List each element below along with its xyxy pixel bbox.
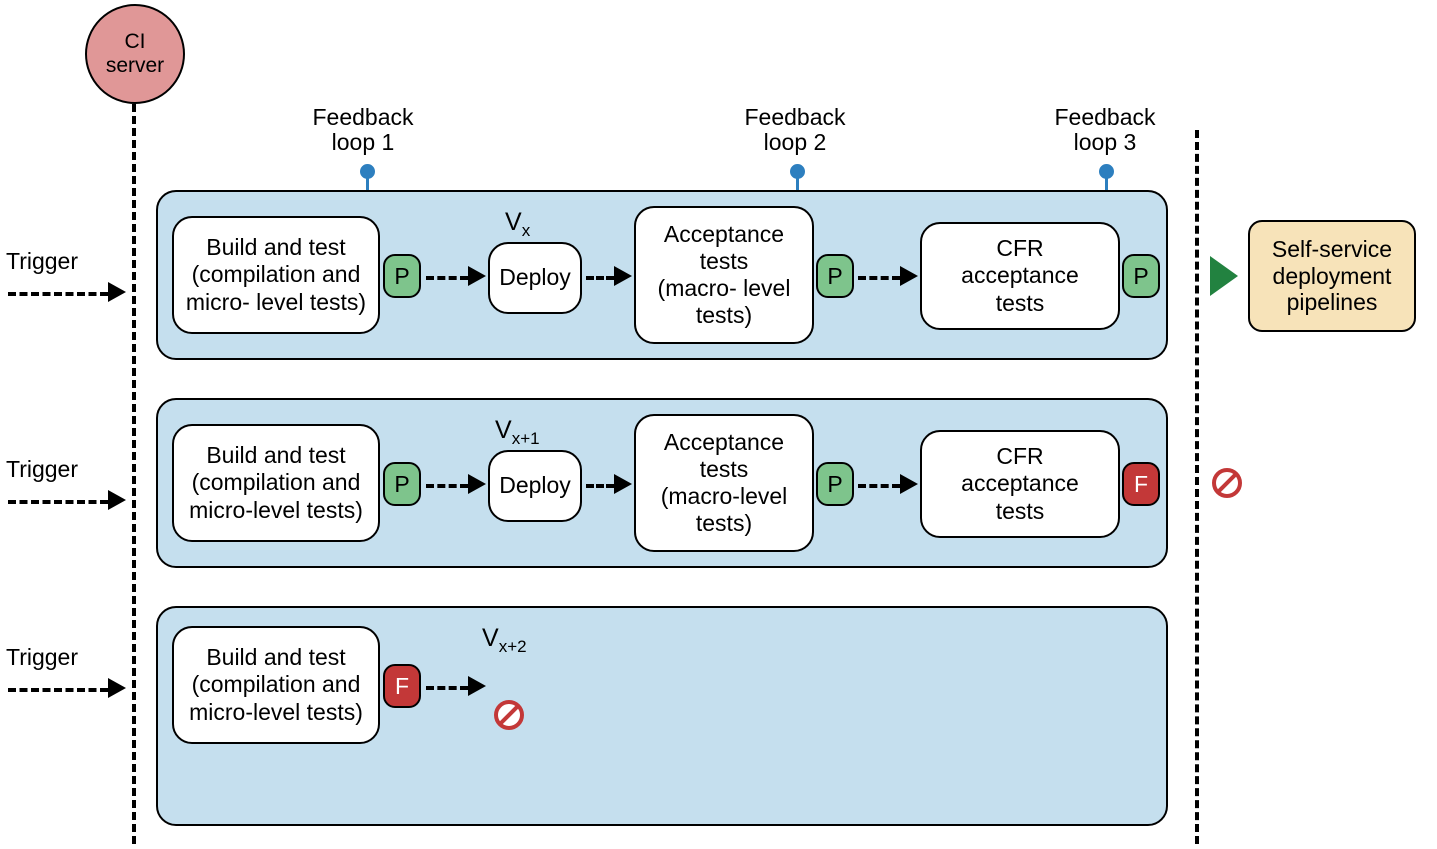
badge-pass-1-acc: P (816, 254, 854, 298)
stage-deploy-2: Deploy (488, 450, 582, 522)
arrow-2b-head (614, 474, 632, 494)
arrow-1b-head (614, 266, 632, 286)
version-prefix-3: V (482, 624, 499, 652)
arrow-2a (426, 484, 468, 488)
stage-cfr-1: CFR acceptance tests (920, 222, 1120, 330)
arrow-1c (858, 276, 900, 280)
badge-fail-2-cfr-text: F (1134, 471, 1148, 498)
ci-server-label: CI server (106, 30, 164, 78)
badge-pass-1-build: P (383, 254, 421, 298)
stage-deploy-2-text: Deploy (499, 472, 571, 499)
feedback-label-1: Feedback loop 1 (298, 105, 428, 156)
stage-cfr-2: CFR acceptance tests (920, 430, 1120, 538)
badge-fail-3-build: F (383, 664, 421, 708)
feedback-label-2: Feedback loop 2 (730, 105, 860, 156)
self-service-box: Self-service deployment pipelines (1248, 220, 1416, 332)
version-sub-2: x+1 (512, 429, 540, 448)
stage-acceptance-2-text: Acceptance tests (macro-level tests) (661, 429, 788, 538)
version-prefix-1: V (505, 208, 522, 236)
stage-build-3: Build and test (compilation and micro-le… (172, 626, 380, 744)
arrow-1a (426, 276, 468, 280)
trigger-label-2: Trigger (6, 456, 78, 483)
self-service-text: Self-service deployment pipelines (1272, 236, 1392, 315)
trigger-arrow-head-1 (108, 282, 126, 302)
version-prefix-2: V (495, 416, 512, 444)
badge-fail-2-cfr: F (1122, 462, 1160, 506)
ci-guide-line (132, 104, 136, 844)
stage-build-2: Build and test (compilation and micro-le… (172, 424, 380, 542)
arrow-2c-head (900, 474, 918, 494)
stage-build-1: Build and test (compilation and micro- l… (172, 216, 380, 334)
stage-deploy-1: Deploy (488, 242, 582, 314)
badge-pass-1-build-text: P (394, 263, 409, 290)
badge-fail-3-build-text: F (395, 673, 409, 700)
trigger-arrow-line-1 (8, 292, 108, 296)
go-icon (1210, 256, 1238, 296)
badge-pass-1-cfr: P (1122, 254, 1160, 298)
stage-cfr-2-text: CFR acceptance tests (961, 443, 1079, 524)
trigger-arrow-line-3 (8, 688, 108, 692)
stop-icon-2 (1212, 468, 1242, 498)
badge-pass-1-cfr-text: P (1133, 263, 1148, 290)
arrow-2b (586, 484, 614, 488)
badge-pass-2-acc-text: P (827, 471, 842, 498)
arrow-1b (586, 276, 614, 280)
trigger-arrow-line-2 (8, 500, 108, 504)
version-label-2: Vx+1 (495, 416, 540, 449)
version-label-1: Vx (505, 208, 530, 241)
arrow-2c (858, 484, 900, 488)
trigger-label-3: Trigger (6, 644, 78, 671)
stage-build-2-text: Build and test (compilation and micro-le… (189, 442, 363, 523)
arrow-3a (426, 686, 468, 690)
badge-pass-2-build-text: P (394, 471, 409, 498)
badge-pass-1-acc-text: P (827, 263, 842, 290)
stop-icon-3 (494, 700, 524, 730)
arrow-2a-head (468, 474, 486, 494)
version-label-3: Vx+2 (482, 624, 527, 657)
arrow-1c-head (900, 266, 918, 286)
version-sub-1: x (522, 221, 531, 240)
right-guide-line (1195, 130, 1199, 844)
arrow-1a-head (468, 266, 486, 286)
arrow-3a-head (468, 676, 486, 696)
ci-server-node: CI server (85, 4, 185, 104)
stage-build-3-text: Build and test (compilation and micro-le… (189, 644, 363, 725)
stage-deploy-1-text: Deploy (499, 264, 571, 291)
version-sub-3: x+2 (499, 637, 527, 656)
stage-cfr-1-text: CFR acceptance tests (961, 235, 1079, 316)
stage-acceptance-1-text: Acceptance tests (macro- level tests) (658, 221, 791, 330)
trigger-arrow-head-3 (108, 678, 126, 698)
feedback-label-3: Feedback loop 3 (1040, 105, 1170, 156)
badge-pass-2-acc: P (816, 462, 854, 506)
badge-pass-2-build: P (383, 462, 421, 506)
stage-acceptance-2: Acceptance tests (macro-level tests) (634, 414, 814, 552)
stage-build-1-text: Build and test (compilation and micro- l… (186, 234, 366, 315)
trigger-arrow-head-2 (108, 490, 126, 510)
trigger-label-1: Trigger (6, 248, 78, 275)
stage-acceptance-1: Acceptance tests (macro- level tests) (634, 206, 814, 344)
